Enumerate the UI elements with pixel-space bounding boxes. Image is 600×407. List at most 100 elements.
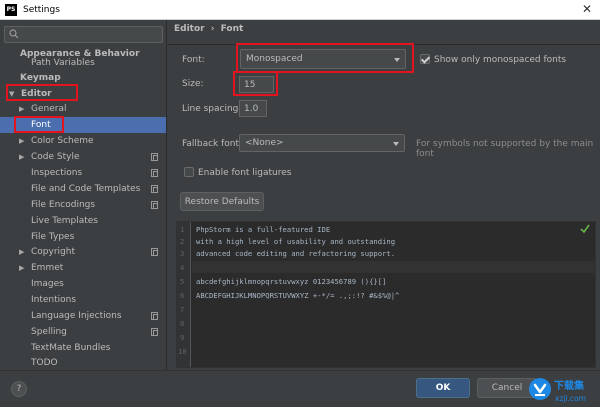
current-line-highlight — [192, 261, 595, 273]
sidebar-item-label: File Types — [31, 232, 75, 242]
phpstorm-app-icon: PS — [5, 3, 17, 16]
sidebar-item-label: TODO — [31, 358, 58, 368]
sidebar-item-label: Keymap — [20, 73, 61, 83]
sidebar-item-label: Color Scheme — [31, 136, 94, 146]
font-select[interactable]: Monospaced — [240, 49, 406, 69]
sidebar-item-code-style[interactable]: ▶ Code Style — [0, 149, 166, 165]
size-input[interactable]: 15 — [239, 76, 274, 93]
sidebar-item-label: General — [31, 104, 67, 114]
sidebar-item-label: Language Injections — [31, 311, 122, 321]
sidebar-item-live-templates[interactable]: Live Templates — [0, 213, 166, 229]
font-preview-editor[interactable]: 1 2 3 4 5 6 7 8 9 10 PhpStorm is a full-… — [176, 221, 596, 368]
settings-search-input[interactable] — [4, 26, 163, 43]
restore-defaults-button[interactable]: Restore Defaults — [180, 192, 264, 211]
sidebar-item-color-scheme[interactable]: ▶ Color Scheme — [0, 133, 166, 149]
line-number: 10 — [178, 347, 187, 356]
font-ligatures-checkbox[interactable] — [184, 167, 194, 177]
line-spacing-input[interactable]: 1.0 — [239, 100, 267, 117]
sidebar-item-emmet[interactable]: ▶ Emmet — [0, 260, 166, 276]
project-settings-icon — [151, 312, 158, 320]
breadcrumb-parent[interactable]: Editor — [174, 24, 205, 34]
dialog-footer: ? OK Cancel — [0, 370, 600, 407]
sidebar-item-label: Copyright — [31, 247, 75, 257]
sidebar-item-label: Spelling — [31, 327, 67, 337]
breadcrumb-current: Font — [220, 24, 244, 34]
ok-button[interactable]: OK — [416, 378, 470, 398]
font-label: Font: — [182, 55, 205, 65]
line-number: 6 — [180, 291, 185, 300]
settings-sidebar: Appearance & Behavior Path Variables Key… — [0, 20, 167, 370]
sidebar-item-copyright[interactable]: ▶ Copyright — [0, 244, 166, 260]
fallback-font-select[interactable]: <None> — [239, 134, 405, 152]
sidebar-item-label: Font — [31, 120, 51, 130]
chevron-down-icon — [394, 58, 400, 62]
project-settings-icon — [151, 153, 158, 161]
settings-content-panel: Editor › Font Font: Monospaced Show only… — [168, 20, 600, 370]
sidebar-item-label: Emmet — [31, 263, 64, 273]
sidebar-item-label: Live Templates — [31, 216, 98, 226]
watermark-text-cn: 下载集 — [554, 379, 585, 392]
expanded-arrow-icon[interactable]: ▼ — [9, 86, 14, 102]
sidebar-item-textmate-bundles[interactable]: TextMate Bundles — [0, 340, 166, 356]
line-number: 1 — [180, 225, 185, 234]
sidebar-item-label: Path Variables — [31, 58, 95, 68]
check-icon — [580, 224, 590, 234]
sidebar-item-file-encodings[interactable]: File Encodings — [0, 197, 166, 213]
line-number: 8 — [180, 319, 185, 328]
preview-line: with a high level of usability and outst… — [196, 237, 396, 246]
close-icon[interactable]: ✕ — [582, 2, 592, 16]
line-number: 2 — [180, 237, 185, 246]
monospaced-only-checkbox[interactable] — [420, 54, 430, 64]
collapsed-arrow-icon[interactable]: ▶ — [19, 149, 24, 165]
fallback-font-hint: For symbols not supported by the main fo… — [416, 139, 594, 159]
divider — [168, 44, 600, 45]
sidebar-item-label: Inspections — [31, 168, 83, 178]
sidebar-item-label: File Encodings — [31, 200, 96, 210]
title-bar: PS Settings ✕ — [0, 0, 600, 20]
line-spacing-label: Line spacing: — [182, 104, 242, 114]
size-input-value: 15 — [244, 79, 256, 90]
line-number: 3 — [180, 249, 185, 258]
search-icon — [9, 29, 19, 39]
font-select-value: Monospaced — [246, 54, 303, 64]
project-settings-icon — [151, 185, 158, 193]
sidebar-item-keymap[interactable]: Keymap — [0, 70, 166, 86]
chevron-down-icon — [393, 142, 399, 146]
preview-line: abcdefghijklmnopqrstuvwxyz 0123456789 ()… — [196, 277, 387, 286]
sidebar-item-file-types[interactable]: File Types — [0, 229, 166, 245]
preview-line: ABCDEFGHIJKLMNOPQRSTUVWXYZ +-*/= .,;:!? … — [196, 291, 400, 300]
collapsed-arrow-icon[interactable]: ▶ — [19, 101, 24, 117]
xzji-watermark-logo: 下载集 xzji.com — [529, 378, 586, 403]
watermark-text-en: xzji.com — [555, 394, 586, 403]
size-label: Size: — [182, 79, 204, 89]
sidebar-item-images[interactable]: Images — [0, 276, 166, 292]
collapsed-arrow-icon[interactable]: ▶ — [19, 244, 24, 260]
sidebar-item-font[interactable]: Font — [0, 117, 166, 133]
sidebar-item-intentions[interactable]: Intentions — [0, 292, 166, 308]
preview-line: PhpStorm is a full-featured IDE — [196, 225, 331, 234]
help-button[interactable]: ? — [11, 381, 27, 397]
line-number: 4 — [180, 263, 185, 272]
window-title: Settings — [23, 4, 60, 15]
line-spacing-value: 1.0 — [244, 103, 259, 114]
sidebar-item-label: Code Style — [31, 152, 80, 162]
line-number: 7 — [180, 305, 185, 314]
sidebar-item-file-code-templates[interactable]: File and Code Templates — [0, 181, 166, 197]
fallback-font-label: Fallback font: — [182, 139, 243, 149]
preview-line: advanced code editing and refactoring su… — [196, 249, 396, 258]
sidebar-item-label: TextMate Bundles — [31, 343, 111, 353]
project-settings-icon — [151, 248, 158, 256]
sidebar-item-language-injections[interactable]: Language Injections — [0, 308, 166, 324]
collapsed-arrow-icon[interactable]: ▶ — [19, 133, 24, 149]
sidebar-item-editor[interactable]: ▼ Editor — [0, 86, 166, 102]
sidebar-item-label: Images — [31, 279, 64, 289]
sidebar-item-label: Editor — [21, 89, 52, 99]
sidebar-item-todo[interactable]: TODO — [0, 355, 166, 370]
fallback-font-value: <None> — [245, 138, 284, 148]
font-ligatures-label: Enable font ligatures — [198, 168, 292, 178]
monospaced-only-label: Show only monospaced fonts — [434, 55, 567, 65]
collapsed-arrow-icon[interactable]: ▶ — [19, 260, 24, 276]
sidebar-item-general[interactable]: ▶ General — [0, 101, 166, 117]
sidebar-item-inspections[interactable]: Inspections — [0, 165, 166, 181]
sidebar-item-spelling[interactable]: Spelling — [0, 324, 166, 340]
